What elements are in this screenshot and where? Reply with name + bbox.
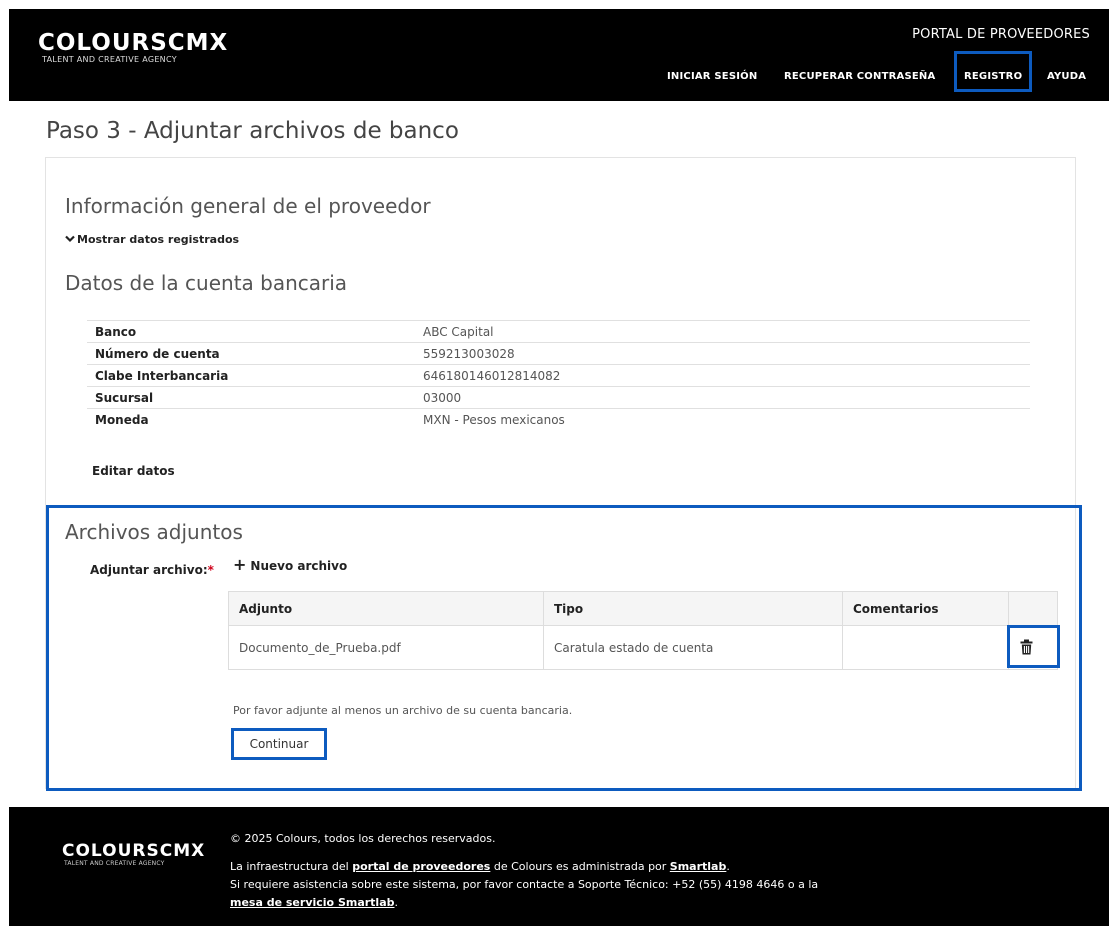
portal-link[interactable]: portal de proveedores	[352, 860, 490, 873]
nav-help[interactable]: AYUDA	[1047, 71, 1086, 82]
attachment-file-name: Documento_de_Prueba.pdf	[228, 625, 544, 670]
chevron-down-icon	[65, 233, 77, 246]
show-registered-data-toggle[interactable]: Mostrar datos registrados	[65, 233, 239, 246]
brand-tagline: TALENT AND CREATIVE AGENCY	[42, 55, 177, 64]
branch-label: Sucursal	[87, 386, 415, 409]
footer-tagline: TALENT AND CREATIVE AGENCY	[64, 860, 165, 867]
footer-text-segment: .	[726, 860, 730, 873]
account-number-label: Número de cuenta	[87, 342, 415, 365]
delete-attachment-button[interactable]	[1007, 625, 1060, 668]
portal-title: PORTAL DE PROVEEDORES	[912, 27, 1090, 42]
service-desk-link[interactable]: mesa de servicio Smartlab	[230, 896, 395, 909]
edit-data-link[interactable]: Editar datos	[92, 464, 175, 478]
attachment-comments	[842, 625, 1009, 670]
brand-logo[interactable]: COLOURSCMX	[38, 30, 228, 56]
trash-icon	[1020, 639, 1033, 654]
table-row: Número de cuenta 559213003028	[87, 342, 1030, 365]
general-info-title: Información general de el proveedor	[65, 194, 431, 218]
table-row: Documento_de_Prueba.pdf Caratula estado …	[228, 625, 1058, 670]
site-header: COLOURSCMX TALENT AND CREATIVE AGENCY PO…	[9, 9, 1109, 101]
account-number-value: 559213003028	[415, 342, 1030, 365]
attach-file-label: Adjuntar archivo:*	[90, 563, 214, 577]
clabe-value: 646180146012814082	[415, 364, 1030, 387]
attachment-type: Caratula estado de cuenta	[543, 625, 843, 670]
bank-label: Banco	[87, 320, 415, 343]
show-registered-data-label: Mostrar datos registrados	[77, 233, 240, 246]
site-footer: COLOURSCMX TALENT AND CREATIVE AGENCY © …	[9, 807, 1109, 926]
attach-file-label-text: Adjuntar archivo:	[90, 563, 208, 577]
smartlab-link[interactable]: Smartlab	[670, 860, 727, 873]
col-actions	[1008, 591, 1058, 626]
continue-button[interactable]: Continuar	[231, 728, 327, 760]
col-comments: Comentarios	[842, 591, 1009, 626]
bank-value: ABC Capital	[415, 320, 1030, 343]
currency-value: MXN - Pesos mexicanos	[415, 408, 1030, 430]
attachments-table: Adjunto Tipo Comentarios Documento_de_Pr…	[228, 591, 1058, 670]
footer-text-segment: La infraestructura del	[230, 860, 353, 873]
plus-icon: +	[233, 555, 247, 574]
register-highlight	[954, 51, 1032, 92]
bank-info-table: Banco ABC Capital Número de cuenta 55921…	[87, 320, 1030, 430]
table-row: Moneda MXN - Pesos mexicanos	[87, 408, 1030, 430]
table-header-row: Adjunto Tipo Comentarios	[228, 591, 1058, 626]
page-title: Paso 3 - Adjuntar archivos de banco	[46, 118, 459, 144]
footer-infrastructure-text: La infraestructura del portal de proveed…	[230, 860, 730, 873]
col-attachment: Adjunto	[228, 591, 544, 626]
footer-text-segment: de Colours es administrada por	[490, 860, 670, 873]
new-file-button[interactable]: + Nuevo archivo	[233, 555, 347, 574]
nav-recover-password[interactable]: RECUPERAR CONTRASEÑA	[784, 71, 935, 82]
table-row: Clabe Interbancaria 646180146012814082	[87, 364, 1030, 387]
table-row: Banco ABC Capital	[87, 320, 1030, 343]
new-file-label: Nuevo archivo	[250, 559, 348, 573]
attachments-title: Archivos adjuntos	[65, 520, 243, 544]
required-mark: *	[207, 563, 214, 577]
footer-support-text: Si requiere asistencia sobre este sistem…	[230, 878, 819, 891]
col-type: Tipo	[543, 591, 843, 626]
nav-login[interactable]: INICIAR SESIÓN	[667, 71, 757, 82]
footer-text-segment: .	[394, 896, 399, 909]
footer-logo: COLOURSCMX	[62, 841, 206, 861]
clabe-label: Clabe Interbancaria	[87, 364, 415, 387]
attachment-hint: Por favor adjunte al menos un archivo de…	[233, 704, 573, 717]
footer-copyright: © 2025 Colours, todos los derechos reser…	[230, 832, 496, 845]
currency-label: Moneda	[87, 408, 415, 430]
table-row: Sucursal 03000	[87, 386, 1030, 409]
bank-account-title: Datos de la cuenta bancaria	[65, 271, 348, 295]
footer-service-desk: mesa de servicio Smartlab.	[230, 896, 398, 909]
branch-value: 03000	[415, 386, 1030, 409]
